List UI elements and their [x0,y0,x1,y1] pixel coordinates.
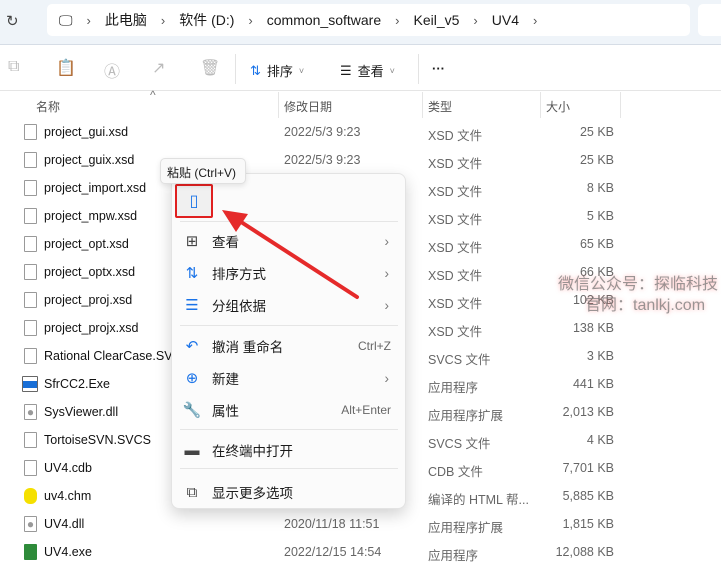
red-arrow-annotation [222,210,359,299]
